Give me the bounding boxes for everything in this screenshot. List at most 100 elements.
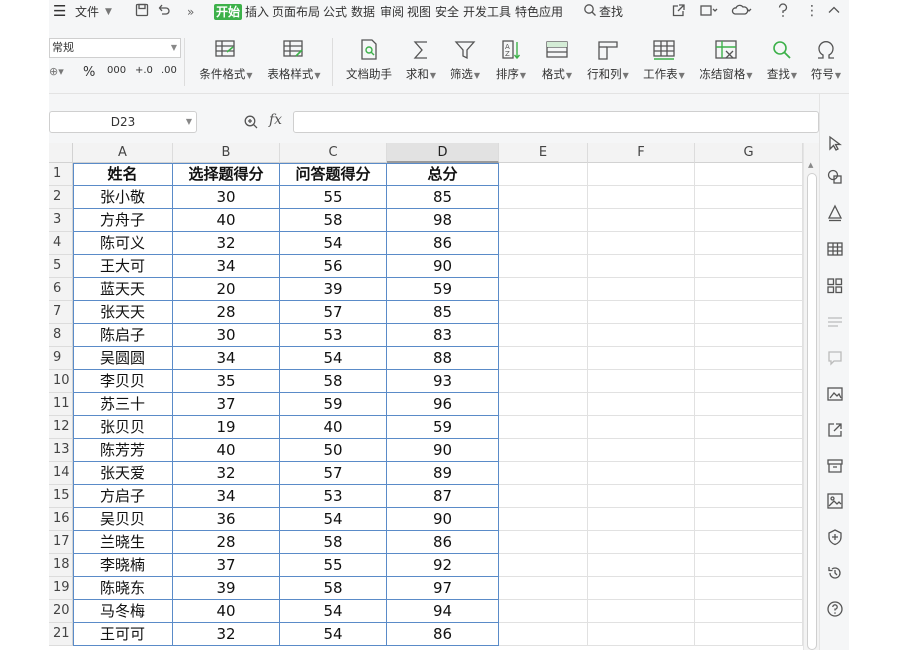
increase-decimal-button[interactable]: +.0 [135, 65, 153, 76]
data-cell[interactable]: 40 [280, 416, 387, 439]
data-cell[interactable]: 57 [280, 462, 387, 485]
data-cell[interactable] [588, 393, 695, 416]
collapse-ribbon-icon[interactable] [827, 3, 841, 19]
data-cell[interactable] [499, 531, 588, 554]
tab-formulas[interactable]: 公式 [323, 4, 347, 20]
data-cell[interactable]: 54 [280, 232, 387, 255]
row-header[interactable]: 14 [49, 462, 73, 485]
data-cell[interactable] [695, 485, 803, 508]
tab-view[interactable]: 视图 [407, 4, 431, 20]
vertical-scrollbar[interactable]: ▲ [803, 143, 819, 650]
data-cell[interactable]: 96 [387, 393, 499, 416]
data-cell[interactable]: 93 [387, 370, 499, 393]
history-icon[interactable] [826, 564, 844, 582]
cursor-icon[interactable] [826, 134, 844, 152]
save-icon[interactable] [135, 3, 149, 19]
data-cell[interactable] [695, 577, 803, 600]
row-header[interactable]: 2 [49, 186, 73, 209]
data-cell[interactable]: 19 [173, 416, 280, 439]
tab-security[interactable]: 安全 [435, 4, 459, 20]
image-panel-icon[interactable] [826, 385, 844, 403]
data-cell[interactable]: 59 [387, 278, 499, 301]
data-cell[interactable] [588, 508, 695, 531]
search-icon[interactable] [583, 3, 597, 19]
data-cell[interactable] [588, 600, 695, 623]
data-cell[interactable]: 30 [173, 186, 280, 209]
column-header-d[interactable]: D [387, 143, 499, 163]
data-cell[interactable]: 85 [387, 301, 499, 324]
data-cell[interactable]: 陈晓东 [73, 577, 173, 600]
data-cell[interactable]: 50 [280, 439, 387, 462]
data-cell[interactable]: 苏三十 [73, 393, 173, 416]
data-cell[interactable]: 李晓楠 [73, 554, 173, 577]
data-cell[interactable] [499, 278, 588, 301]
row-header[interactable]: 12 [49, 416, 73, 439]
data-cell[interactable] [499, 393, 588, 416]
data-cell[interactable] [499, 577, 588, 600]
data-cell[interactable]: 陈启子 [73, 324, 173, 347]
data-cell[interactable]: 吴贝贝 [73, 508, 173, 531]
header-cell[interactable]: 总分 [387, 163, 499, 186]
data-cell[interactable] [588, 347, 695, 370]
row-header[interactable]: 3 [49, 209, 73, 232]
table-icon[interactable] [826, 240, 844, 258]
data-cell[interactable]: 86 [387, 531, 499, 554]
data-cell[interactable]: 马冬梅 [73, 600, 173, 623]
data-cell[interactable] [499, 370, 588, 393]
row-header[interactable]: 1 [49, 163, 73, 186]
filter-settings-icon[interactable] [826, 313, 844, 331]
data-cell[interactable] [588, 623, 695, 646]
data-cell[interactable] [499, 462, 588, 485]
table-style-button[interactable]: 表格样式▼ [263, 38, 325, 92]
data-cell[interactable] [499, 301, 588, 324]
data-cell[interactable]: 86 [387, 623, 499, 646]
data-cell[interactable]: 34 [173, 255, 280, 278]
row-header[interactable]: 18 [49, 554, 73, 577]
tab-developer-tools[interactable]: 开发工具 [463, 4, 511, 20]
data-cell[interactable]: 32 [173, 232, 280, 255]
data-cell[interactable]: 54 [280, 600, 387, 623]
data-cell[interactable] [588, 439, 695, 462]
row-header[interactable]: 17 [49, 531, 73, 554]
column-header-f[interactable]: F [588, 143, 695, 163]
data-cell[interactable] [695, 554, 803, 577]
percent-button[interactable]: % [83, 65, 95, 80]
format-button[interactable]: 格式▼ [537, 38, 577, 92]
data-cell[interactable]: 30 [173, 324, 280, 347]
search-command[interactable]: 查找 [599, 4, 623, 20]
apps-icon[interactable] [826, 277, 844, 295]
name-box[interactable]: D23 ▼ [49, 111, 197, 133]
data-cell[interactable]: 54 [280, 623, 387, 646]
data-cell[interactable] [499, 209, 588, 232]
data-cell[interactable]: 58 [280, 370, 387, 393]
currency-icon[interactable]: ⊕▾ [49, 65, 64, 78]
function-insert-button[interactable]: fx [269, 112, 282, 128]
data-cell[interactable] [695, 462, 803, 485]
data-cell[interactable]: 37 [173, 554, 280, 577]
scroll-up-arrow-icon[interactable]: ▲ [808, 161, 813, 169]
tab-insert[interactable]: 插入 [245, 4, 269, 20]
column-header-a[interactable]: A [73, 143, 173, 163]
find-button[interactable]: 查找▼ [761, 38, 803, 92]
spreadsheet-grid[interactable]: A B C D E F G 1 姓名 选择题得分 问答题得分 总分 2 张小敬 30 55 85 3 方舟子 40 58… [49, 143, 803, 650]
zoom-icon[interactable] [243, 114, 259, 134]
data-cell[interactable] [499, 508, 588, 531]
help-icon[interactable] [826, 600, 844, 618]
data-cell[interactable]: 54 [280, 347, 387, 370]
data-cell[interactable]: 20 [173, 278, 280, 301]
comment-icon[interactable] [826, 349, 844, 367]
data-cell[interactable]: 李贝贝 [73, 370, 173, 393]
data-cell[interactable] [695, 324, 803, 347]
column-header-g[interactable]: G [695, 143, 803, 163]
share-out-icon[interactable] [671, 3, 686, 19]
data-cell[interactable]: 94 [387, 600, 499, 623]
header-cell[interactable]: 问答题得分 [280, 163, 387, 186]
data-cell[interactable] [695, 255, 803, 278]
data-cell[interactable]: 53 [280, 324, 387, 347]
data-cell[interactable]: 32 [173, 623, 280, 646]
row-header[interactable]: 19 [49, 577, 73, 600]
data-cell[interactable]: 58 [280, 209, 387, 232]
data-cell[interactable] [499, 232, 588, 255]
data-cell[interactable] [588, 416, 695, 439]
row-header[interactable]: 11 [49, 393, 73, 416]
